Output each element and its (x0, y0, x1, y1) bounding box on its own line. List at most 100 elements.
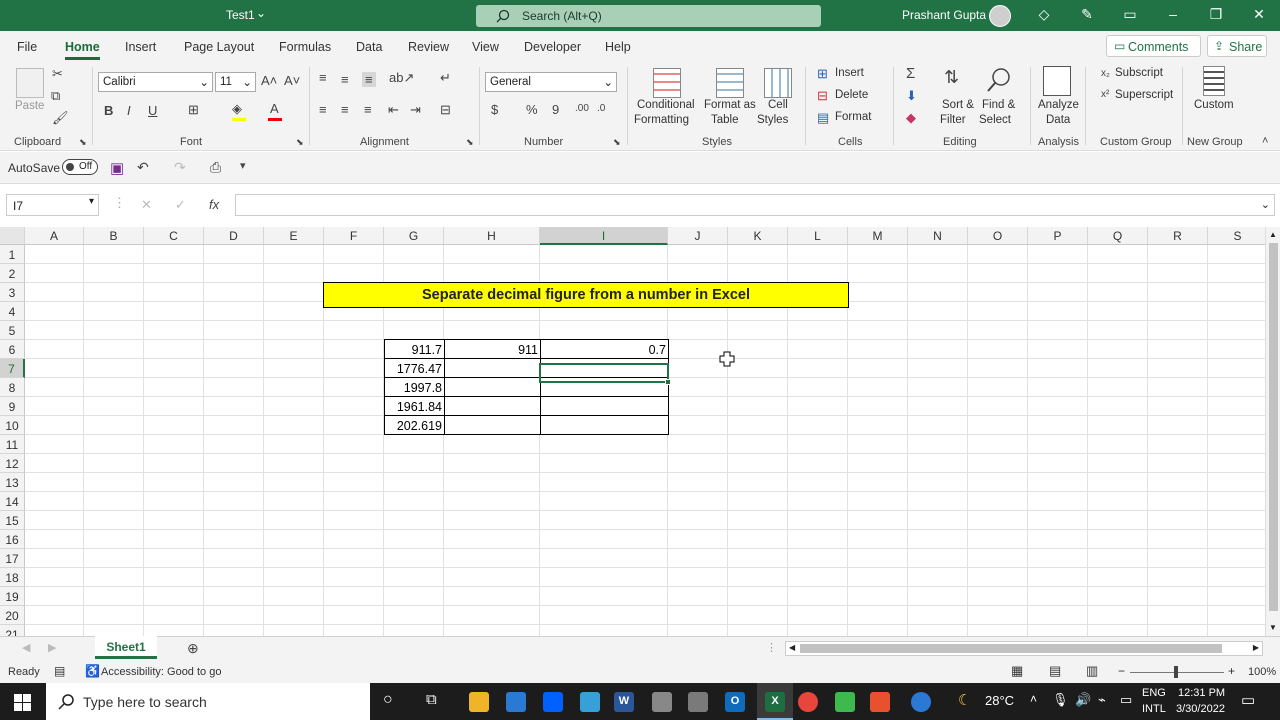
row-header-1[interactable]: 1 (0, 245, 25, 264)
row-header-11[interactable]: 11 (0, 435, 25, 454)
column-header-m[interactable]: M (848, 227, 908, 245)
find-select-icon[interactable] (985, 66, 1013, 94)
column-header-r[interactable]: R (1148, 227, 1208, 245)
currency-icon[interactable]: $ (491, 102, 498, 117)
autosum-icon[interactable]: Σ (906, 65, 915, 82)
row-header-6[interactable]: 6 (0, 340, 25, 359)
row-header-15[interactable]: 15 (0, 511, 25, 530)
delete-cells-icon[interactable]: ⊟ (817, 88, 828, 104)
subscript-label[interactable]: Subscript (1115, 67, 1163, 79)
user-name[interactable]: Prashant Gupta (902, 8, 986, 22)
decrease-indent-icon[interactable]: ⇤ (388, 102, 399, 118)
column-header-k[interactable]: K (728, 227, 788, 245)
share-button[interactable]: ⇪ Share (1207, 35, 1267, 57)
column-header-p[interactable]: P (1028, 227, 1088, 245)
borders-icon[interactable]: ⊞ (188, 102, 199, 118)
insert-function-icon[interactable]: fx (209, 197, 219, 212)
restore-icon[interactable]: ❐ (1206, 6, 1226, 24)
tab-page-layout[interactable]: Page Layout (184, 40, 254, 54)
zoom-level[interactable]: 100% (1248, 666, 1276, 678)
format-cells-icon[interactable]: ▤ (817, 110, 829, 126)
row-header-9[interactable]: 9 (0, 397, 25, 416)
comma-style-icon[interactable]: 9 (552, 102, 559, 117)
photos-icon[interactable] (652, 692, 672, 712)
cell-g10[interactable]: 202.619 (384, 415, 445, 435)
column-header-e[interactable]: E (264, 227, 324, 245)
cell-i6[interactable]: 0.7 (540, 339, 669, 359)
increase-decimal-icon[interactable]: .00 (575, 103, 589, 114)
alignment-launcher-icon[interactable]: ⬊ (466, 137, 474, 148)
delete-cells-label[interactable]: Delete (835, 89, 868, 101)
analyze-data-label-2[interactable]: Data (1046, 114, 1070, 126)
sheet-tab-sheet1[interactable]: Sheet1 (95, 636, 157, 659)
row-header-2[interactable]: 2 (0, 264, 25, 283)
fill-icon[interactable]: ⬇ (906, 88, 917, 104)
increase-font-icon[interactable]: A˄ (261, 73, 277, 88)
row-header-13[interactable]: 13 (0, 473, 25, 492)
font-name-select[interactable]: Calibri ⌄ (98, 72, 213, 92)
align-right-icon[interactable]: ≡ (364, 102, 372, 117)
scroll-thumb[interactable] (1269, 243, 1278, 611)
store-icon[interactable] (506, 692, 526, 712)
decrease-decimal-icon[interactable]: .0 (597, 103, 605, 114)
camtasia-icon[interactable] (835, 692, 855, 712)
undo-icon[interactable]: ↶ (137, 159, 149, 176)
number-format-select[interactable]: General ⌄ (485, 72, 617, 92)
enter-icon[interactable]: ✓ (175, 197, 186, 213)
print-icon[interactable]: ⎙ (210, 159, 221, 176)
row-header-16[interactable]: 16 (0, 530, 25, 549)
font-size-select[interactable]: 11 ⌄ (215, 72, 256, 92)
clear-icon[interactable]: ◆ (906, 110, 916, 126)
page-layout-view-icon[interactable]: ▤ (1049, 663, 1061, 679)
recorder-icon[interactable] (870, 692, 890, 712)
row-header-8[interactable]: 8 (0, 378, 25, 397)
dropbox-icon[interactable] (543, 692, 563, 712)
tray-chevron-icon[interactable]: ˄ (1030, 692, 1037, 706)
insert-cells-label[interactable]: Insert (835, 67, 864, 79)
sheet-title-banner[interactable]: Separate decimal figure from a number in… (323, 282, 849, 308)
spreadsheet-grid[interactable]: ABCDEFGHIJKLMNOPQRS 1 2 3 4 5 6 7 8 9 10 11 12 13 14 1… (0, 227, 1265, 636)
redo-icon[interactable]: ↷ (174, 159, 186, 176)
accessibility-status[interactable]: Accessibility: Good to go (101, 666, 221, 678)
document-title[interactable]: Test1 (226, 8, 255, 22)
conditional-formatting-label[interactable]: Conditional (637, 99, 695, 111)
percent-icon[interactable]: % (526, 102, 538, 117)
copy-icon[interactable]: ⧉ (51, 88, 60, 104)
tab-view[interactable]: View (472, 40, 499, 54)
cell-i10[interactable] (540, 415, 669, 435)
app2-icon[interactable] (688, 692, 708, 712)
wrap-text-icon[interactable]: ↵ (440, 70, 451, 86)
paste-icon[interactable] (16, 68, 44, 98)
format-as-table-label-2[interactable]: Table (711, 114, 739, 126)
cut-icon[interactable]: ✂ (52, 66, 63, 82)
minimize-icon[interactable]: – (1163, 6, 1183, 24)
next-sheet-icon[interactable]: ▶ (48, 641, 56, 654)
select-all-corner[interactable] (0, 227, 25, 245)
excel-task-button[interactable]: X (757, 683, 793, 720)
align-bottom-icon[interactable]: ≡ (362, 72, 376, 87)
row-header-17[interactable]: 17 (0, 549, 25, 568)
cell-h9[interactable] (444, 396, 541, 416)
cell-h8[interactable] (444, 377, 541, 397)
subscript-icon[interactable]: x₂ (1101, 68, 1110, 79)
sort-filter-icon[interactable]: ⇅ (944, 67, 959, 88)
tab-data[interactable]: Data (356, 40, 382, 54)
column-header-i[interactable]: I (540, 227, 668, 245)
row-header-14[interactable]: 14 (0, 492, 25, 511)
custom-label[interactable]: Custom (1194, 99, 1234, 111)
row-header-19[interactable]: 19 (0, 587, 25, 606)
zoom-in-icon[interactable]: + (1228, 664, 1235, 678)
column-header-b[interactable]: B (84, 227, 144, 245)
formula-input[interactable]: ⌄ (235, 194, 1275, 216)
decrease-font-icon[interactable]: A˅ (284, 73, 300, 88)
row-header-12[interactable]: 12 (0, 454, 25, 473)
font-color-icon[interactable]: A (270, 101, 279, 116)
accessibility-icon[interactable]: ♿ (85, 664, 100, 678)
save-icon[interactable]: ▣ (110, 159, 124, 177)
row-header-20[interactable]: 20 (0, 606, 25, 625)
row-header-21[interactable]: 21 (0, 625, 25, 636)
superscript-label[interactable]: Superscript (1115, 89, 1173, 101)
column-header-d[interactable]: D (204, 227, 264, 245)
column-header-h[interactable]: H (444, 227, 540, 245)
collapse-ribbon-icon[interactable]: ˄ (1262, 135, 1268, 147)
